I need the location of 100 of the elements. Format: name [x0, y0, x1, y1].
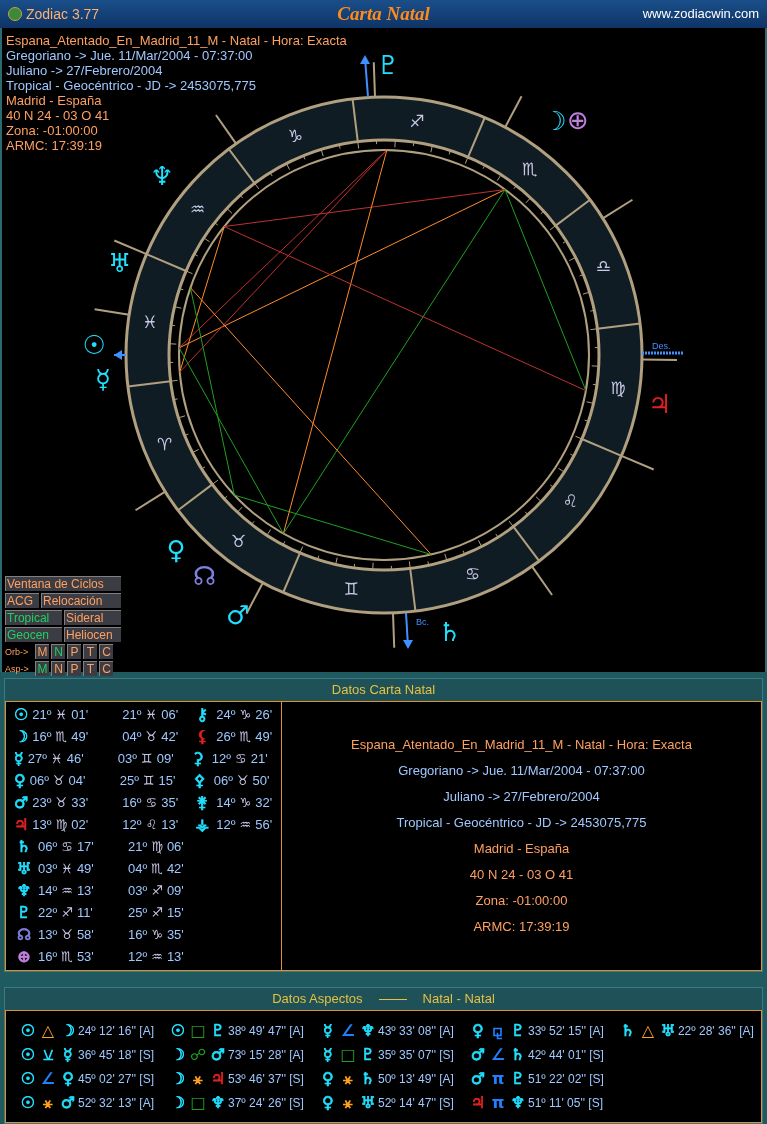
summary-text: Gregoriano -> Jue. 11/Mar/2004 - 07:37:00	[398, 762, 645, 780]
sign-glyph: ♑	[151, 926, 163, 945]
planet-glyph: ♀	[471, 1022, 485, 1040]
planet-glyph: ⚴	[192, 772, 207, 790]
planet-glyph: ⚸	[195, 728, 210, 746]
planet-glyph: ☉	[19, 1046, 37, 1064]
planet-glyph: ♇	[209, 1022, 227, 1040]
aspect-value: 45º 02' 27'' [S]	[78, 1071, 154, 1088]
panel-title: Datos Carta Natal	[331, 681, 436, 700]
chart-info-text: Juliano -> 27/Febrero/2004	[6, 63, 163, 78]
website-link[interactable]: www.zodiacwin.com	[642, 4, 759, 24]
aspect-value: 36º 45' 18'' [S]	[78, 1047, 154, 1064]
option-key[interactable]: T	[83, 644, 97, 659]
sign-glyph: ♒	[239, 816, 252, 835]
sign-glyph: ♐	[151, 904, 163, 923]
minute-text: 35'	[161, 794, 179, 813]
aspect-value: 51º 22' 02'' [S]	[527, 1071, 604, 1088]
minute-text: 13'	[161, 816, 179, 835]
planet-glyph: ♀	[321, 1094, 335, 1112]
degree-text: 04º	[128, 860, 148, 879]
aspect-value: 52º 14' 47'' [S]	[377, 1095, 454, 1112]
planet-glyph: ♅	[15, 860, 33, 878]
planet-glyph: ♂	[226, 599, 250, 630]
sign-glyph: ♉	[52, 772, 65, 791]
zodiac-sign-glyph: ♎	[595, 256, 611, 277]
sign-glyph: ♒	[61, 882, 73, 901]
planet-glyph: ♇	[509, 1022, 527, 1040]
sign-glyph: ♓	[55, 706, 68, 725]
minute-text: 50'	[252, 772, 270, 791]
option-key[interactable]: N	[51, 644, 65, 659]
planet-glyph: ♀	[166, 534, 186, 565]
summary-text: Juliano -> 27/Febrero/2004	[443, 788, 600, 806]
planet-glyph: ☿	[62, 1046, 74, 1064]
minute-text: 06'	[166, 838, 184, 857]
sign-glyph: ♉	[145, 728, 158, 747]
planet-glyph: ♀	[61, 1070, 75, 1088]
option-key[interactable]: P	[67, 661, 81, 676]
option-key[interactable]: C	[99, 661, 113, 676]
minute-text: 33'	[71, 794, 89, 813]
sign-glyph: ♉	[55, 794, 68, 813]
minute-text: 58'	[76, 926, 94, 945]
option-button[interactable]: Sideral	[64, 610, 121, 625]
option-key[interactable]: C	[99, 644, 113, 659]
minute-text: 26'	[255, 706, 273, 725]
sign-glyph: ♊	[141, 750, 153, 769]
option-button[interactable]: Ventana de Ciclos	[5, 576, 121, 591]
planet-glyph: ♃	[469, 1094, 487, 1112]
minute-text: 49'	[255, 728, 273, 747]
minute-text: 56'	[255, 816, 273, 835]
aspect-glyph: ∠	[39, 1070, 57, 1088]
planet-glyph: ♀	[321, 1070, 335, 1088]
sign-glyph: ♐	[61, 904, 73, 923]
panel-subtitle: Natal - Natal	[422, 990, 495, 1009]
planet-glyph: ☊	[193, 561, 217, 592]
option-key[interactable]: P	[67, 644, 81, 659]
minute-text: 49'	[71, 728, 89, 747]
planet-glyph: ⊕	[16, 948, 32, 966]
planet-glyph: ☊	[15, 926, 33, 944]
planet-glyph: ♆	[509, 1094, 527, 1112]
option-button[interactable]: Relocación	[41, 593, 121, 608]
degree-text: 06º	[38, 838, 58, 857]
option-key[interactable]: M	[35, 661, 49, 676]
minute-text: 01'	[71, 706, 89, 725]
chart-info-text: Madrid - España	[6, 93, 102, 108]
axis-label: Bc.	[416, 617, 429, 627]
planet-glyph: ♅	[659, 1022, 677, 1040]
sign-glyph: ♓	[51, 750, 63, 769]
minute-text: 46'	[66, 750, 84, 769]
minute-text: 02'	[71, 816, 89, 835]
sign-glyph: ♋	[235, 750, 247, 769]
aspect-value: 50º 13' 49'' [A]	[377, 1071, 454, 1088]
planet-glyph: ♇	[359, 1046, 377, 1064]
option-key[interactable]: M	[35, 644, 49, 659]
imum-coeli-arrow-icon	[403, 612, 413, 649]
aspect-glyph: ⚹	[192, 1070, 204, 1088]
summary-text: Zona: -01:00:00	[475, 892, 568, 910]
degree-text: 13º	[32, 816, 52, 835]
zodiac-sign-glyph: ♓	[142, 312, 158, 333]
planet-glyph: ♂	[469, 1070, 487, 1088]
option-button[interactable]: Tropical	[5, 610, 62, 625]
minute-text: 15'	[166, 904, 184, 923]
sign-glyph: ♋	[61, 838, 73, 857]
degree-text: 27º	[27, 750, 48, 769]
degree-text: 06º	[213, 772, 233, 791]
planet-glyph: ☿	[322, 1046, 334, 1064]
zodiac-sign-glyph: ♍	[610, 377, 626, 398]
option-key[interactable]: N	[51, 661, 65, 676]
aspect-value: 37º 24' 26'' [S]	[228, 1095, 304, 1112]
planet-glyph: ☿	[14, 750, 24, 768]
option-button[interactable]: Heliocen	[64, 627, 121, 642]
minute-text: 13'	[166, 948, 184, 967]
aspect-glyph: ☍	[188, 1046, 208, 1064]
option-button[interactable]: ACG	[5, 593, 39, 608]
option-key[interactable]: T	[83, 661, 97, 676]
chart-info-text: Espana_Atentado_En_Madrid_11_M - Natal - Hora: Exacta	[6, 33, 347, 48]
option-button[interactable]: Geocen	[5, 627, 62, 642]
planet-glyph: ☽	[169, 1070, 187, 1088]
degree-text: 26º	[216, 728, 236, 747]
minute-text: 09'	[166, 882, 184, 901]
planet-glyph: ⚵	[195, 794, 210, 812]
